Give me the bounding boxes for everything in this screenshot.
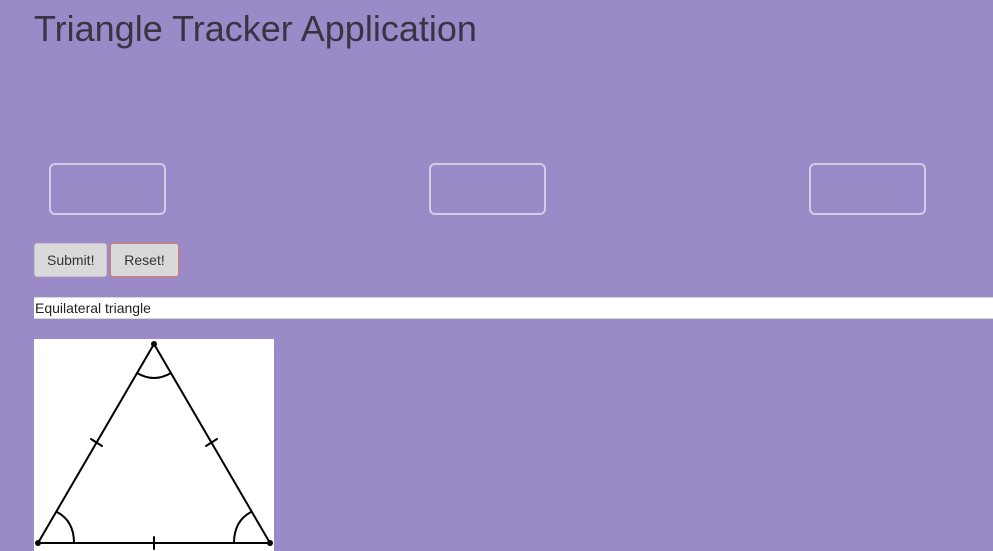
equilateral-triangle-icon: [35, 341, 273, 550]
side-a-input[interactable]: [49, 163, 166, 215]
triangle-figure: [34, 339, 274, 551]
side-b-input[interactable]: [429, 163, 546, 215]
reset-button[interactable]: Reset!: [110, 243, 179, 277]
submit-button[interactable]: Submit!: [34, 243, 107, 277]
page-title: Triangle Tracker Application: [34, 8, 477, 49]
result-output: Equilateral triangle: [34, 297, 993, 319]
side-c-input[interactable]: [809, 163, 926, 215]
result-text: Equilateral triangle: [35, 300, 151, 316]
